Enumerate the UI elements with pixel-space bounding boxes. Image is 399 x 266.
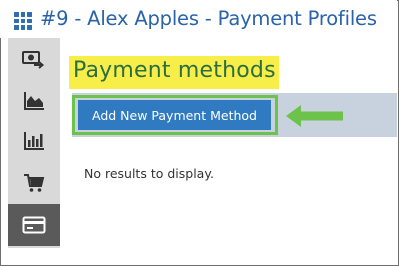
- sidebar-item-analytics[interactable]: [8, 80, 60, 122]
- money-refund-icon: [22, 51, 45, 69]
- annotation-arrow-icon: [286, 105, 343, 127]
- area-chart-icon: [24, 92, 44, 110]
- section-title-highlight: Payment methods: [69, 56, 279, 89]
- page-title: #9 - Alex Apples - Payment Profiles: [40, 7, 377, 30]
- sidebar-item-orders[interactable]: [8, 162, 60, 204]
- page-header: #9 - Alex Apples - Payment Profiles: [0, 0, 397, 38]
- credit-card-icon: [22, 216, 46, 234]
- bar-chart-icon: [24, 132, 44, 150]
- shopping-cart-icon: [24, 174, 45, 192]
- sidebar: [8, 38, 60, 248]
- sidebar-item-payments[interactable]: [8, 40, 60, 82]
- add-payment-method-button[interactable]: Add New Payment Method: [78, 100, 271, 130]
- sidebar-item-payment-profiles[interactable]: [8, 204, 60, 246]
- section-title: Payment methods: [73, 58, 276, 83]
- grid-menu-icon[interactable]: [14, 12, 32, 30]
- sidebar-item-reports[interactable]: [8, 120, 60, 162]
- empty-state-message: No results to display.: [84, 166, 214, 181]
